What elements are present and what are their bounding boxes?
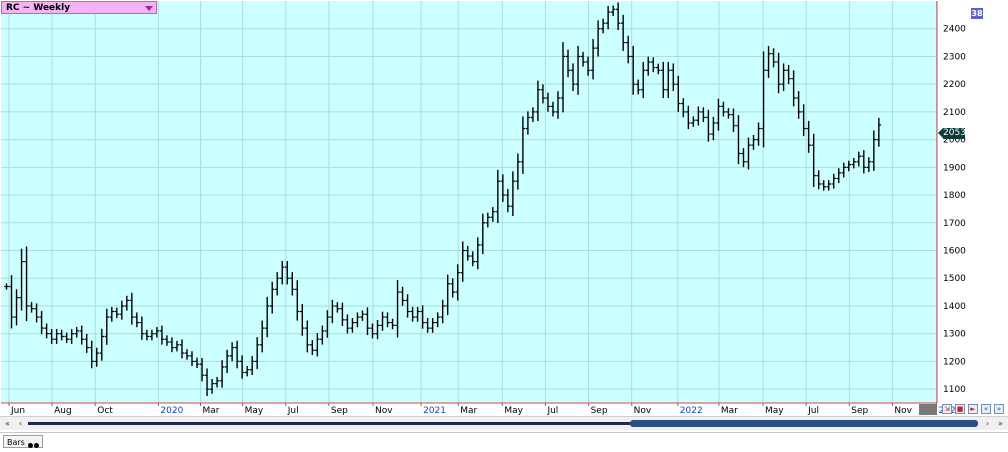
zoom-in-icon[interactable]: ⇲ xyxy=(942,404,952,414)
x-tick-label: May xyxy=(504,406,523,416)
x-tick-label: Jul xyxy=(807,406,819,416)
corner-badge[interactable]: 38 xyxy=(971,8,983,19)
y-tick-label: 1200 xyxy=(943,357,966,367)
scroll-left-icon[interactable]: ‹ xyxy=(15,418,26,429)
last-price-tag: 2053 xyxy=(943,128,966,139)
x-tick-label: Mar xyxy=(203,406,220,416)
x-tick-label: Jul xyxy=(287,406,299,416)
x-tick-label: Jul xyxy=(546,406,558,416)
x-tick-label: Sep xyxy=(331,406,348,416)
y-tick-label: 1700 xyxy=(943,219,966,229)
y-tick-label: 1400 xyxy=(943,302,966,312)
tool-right-icon[interactable]: » xyxy=(994,404,1004,414)
x-tick-label: Jun xyxy=(10,406,25,416)
x-tick-label: Sep xyxy=(851,406,868,416)
x-tick-label: Mar xyxy=(721,406,738,416)
y-tick-label: 1300 xyxy=(943,330,966,340)
x-tick-label: 2022 xyxy=(680,406,703,416)
symbol-title-dropdown[interactable]: RC ~ Weekly xyxy=(1,1,157,14)
x-tick-label: Nov xyxy=(894,406,912,416)
symbol-title: RC ~ Weekly xyxy=(6,3,71,13)
y-axis: 1100120013001400150016001700180019002000… xyxy=(943,25,966,395)
y-tick-label: 1600 xyxy=(943,247,966,257)
x-tick-label: Nov xyxy=(634,406,652,416)
scroll-last-icon[interactable]: » xyxy=(995,418,1006,429)
scroll-thumb[interactable] xyxy=(630,420,978,427)
tool-square-icon[interactable]: ■ xyxy=(955,404,965,414)
y-tick-label: 1100 xyxy=(943,385,966,395)
link-icon[interactable] xyxy=(27,439,39,448)
x-tick-label: May xyxy=(765,406,784,416)
horizontal-scrollbar[interactable]: « ‹ › » xyxy=(0,416,1008,430)
y-tick-label: 1500 xyxy=(943,274,966,284)
y-tick-label: 2200 xyxy=(943,80,966,90)
x-axis: Jun Aug Oct 2020 Mar May Jul Sep Nov 2021 Mar May Ju… xyxy=(8,403,961,416)
tool-marker-icon[interactable]: ► xyxy=(968,404,978,414)
bars-tab-label: Bars xyxy=(7,438,25,447)
x-tick-label: May xyxy=(245,406,264,416)
x-tick-label: Aug xyxy=(54,406,72,416)
scroll-first-icon[interactable]: « xyxy=(2,418,13,429)
study-panel-bar: Bars xyxy=(0,432,1008,450)
bars-tab[interactable]: Bars xyxy=(3,435,43,448)
x-tick-label: Sep xyxy=(591,406,608,416)
tool-left-icon[interactable]: « xyxy=(981,404,991,414)
plot-background xyxy=(1,1,937,403)
scroll-end-marker xyxy=(919,404,937,415)
y-tick-label: 2100 xyxy=(943,108,966,118)
price-chart: 1100120013001400150016001700180019002000… xyxy=(1,1,966,416)
x-tick-label: Oct xyxy=(97,406,113,416)
y-tick-label: 1900 xyxy=(943,163,966,173)
chevron-down-icon[interactable] xyxy=(145,6,153,11)
y-tick-label: 2400 xyxy=(943,25,966,35)
x-tick-label: 2020 xyxy=(160,406,183,416)
y-tick-label: 1800 xyxy=(943,191,966,201)
x-tick-label: 2021 xyxy=(423,406,446,416)
x-tick-label: Mar xyxy=(460,406,477,416)
y-tick-label: 2300 xyxy=(943,52,966,62)
scroll-right-icon[interactable]: › xyxy=(982,418,993,429)
x-tick-label: Nov xyxy=(375,406,393,416)
